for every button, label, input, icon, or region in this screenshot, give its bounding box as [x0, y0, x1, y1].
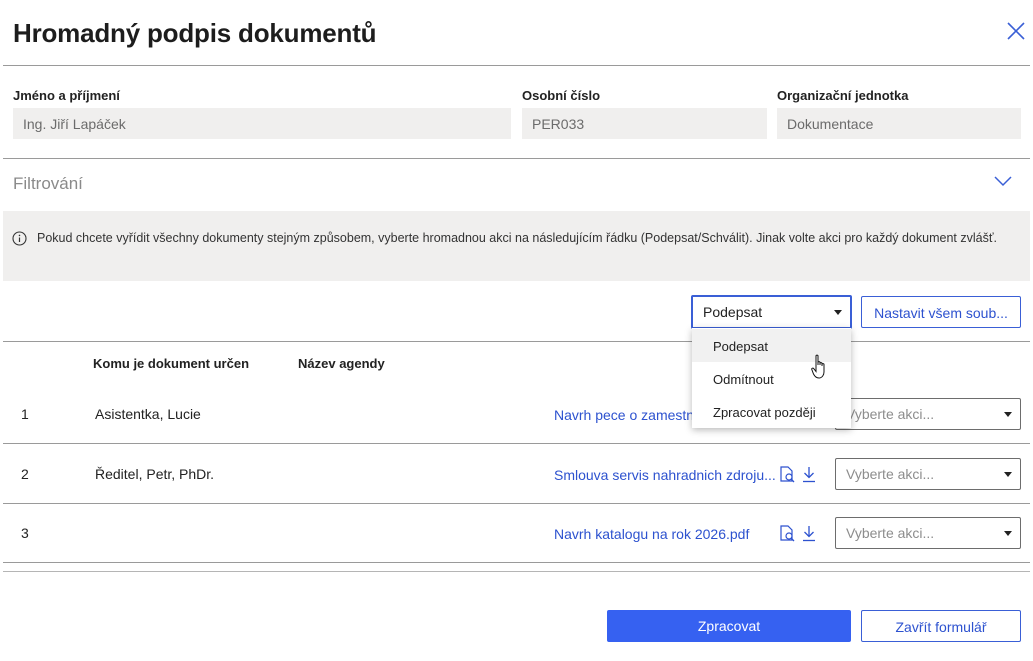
row-number: 3 — [21, 525, 29, 541]
row-action-value: Vyberte akci... — [846, 406, 935, 422]
row-action-value: Vyberte akci... — [846, 525, 935, 541]
process-button[interactable]: Zpracovat — [607, 610, 851, 642]
row-recipient: Ředitel, Petr, PhDr. — [95, 466, 215, 482]
dialog-title: Hromadný podpis dokumentů — [13, 18, 377, 48]
document-preview-icon[interactable] — [779, 466, 795, 483]
apply-to-all-button[interactable]: Nastavit všem soub... — [861, 296, 1021, 328]
info-text: Pokud chcete vyřídit všechny dokumenty s… — [37, 231, 998, 245]
row-recipient: Asistentka, Lucie — [95, 406, 201, 422]
download-icon[interactable] — [801, 525, 817, 542]
table-top-divider — [3, 341, 1030, 342]
document-preview-icon[interactable] — [779, 525, 795, 542]
caret-down-icon — [834, 310, 842, 315]
column-header-recipient: Komu je dokument určen — [93, 356, 250, 371]
header-divider — [3, 65, 1030, 66]
document-link[interactable]: Smlouva servis nahradnich zdroju... — [554, 467, 776, 483]
dropdown-option-later[interactable]: Zpracovat později — [692, 395, 851, 428]
row-number: 2 — [21, 466, 29, 482]
table-bottom-divider — [3, 571, 1030, 572]
caret-down-icon — [1004, 531, 1012, 536]
personal-number-label: Osobní číslo — [522, 88, 601, 103]
caret-down-icon — [1004, 412, 1012, 417]
chevron-down-icon[interactable] — [993, 174, 1013, 188]
org-unit-label: Organizační jednotka — [777, 88, 909, 103]
column-header-agenda: Název agendy — [298, 356, 385, 371]
row-action-select[interactable]: Vyberte akci... — [835, 398, 1021, 430]
caret-down-icon — [1004, 472, 1012, 477]
hand-cursor-icon — [811, 354, 825, 379]
document-link[interactable]: Navrh katalogu na rok 2026.pdf — [554, 526, 749, 542]
personal-number-field: PER033 — [522, 108, 767, 139]
name-field: Ing. Jiří Lapáček — [13, 108, 511, 139]
bulk-action-select[interactable]: Podepsat — [691, 295, 852, 329]
bulk-action-value: Podepsat — [703, 304, 763, 320]
row-divider — [3, 443, 1030, 444]
org-unit-field: Dokumentace — [777, 108, 1021, 139]
info-icon — [12, 231, 27, 246]
info-banner — [3, 211, 1030, 281]
document-link[interactable]: Navrh pece o zamestn — [554, 407, 694, 423]
row-divider — [3, 562, 1030, 563]
row-number: 1 — [21, 406, 29, 422]
row-divider — [3, 503, 1030, 504]
name-label: Jméno a příjmení — [13, 88, 120, 103]
fields-divider — [3, 158, 1030, 159]
download-icon[interactable] — [801, 466, 817, 483]
row-action-select[interactable]: Vyberte akci... — [835, 517, 1021, 549]
filter-toggle-label[interactable]: Filtrování — [13, 174, 83, 194]
row-action-value: Vyberte akci... — [846, 466, 935, 482]
close-form-button[interactable]: Zavřít formulář — [861, 610, 1021, 642]
row-action-select[interactable]: Vyberte akci... — [835, 458, 1021, 490]
close-icon[interactable] — [1005, 20, 1027, 42]
